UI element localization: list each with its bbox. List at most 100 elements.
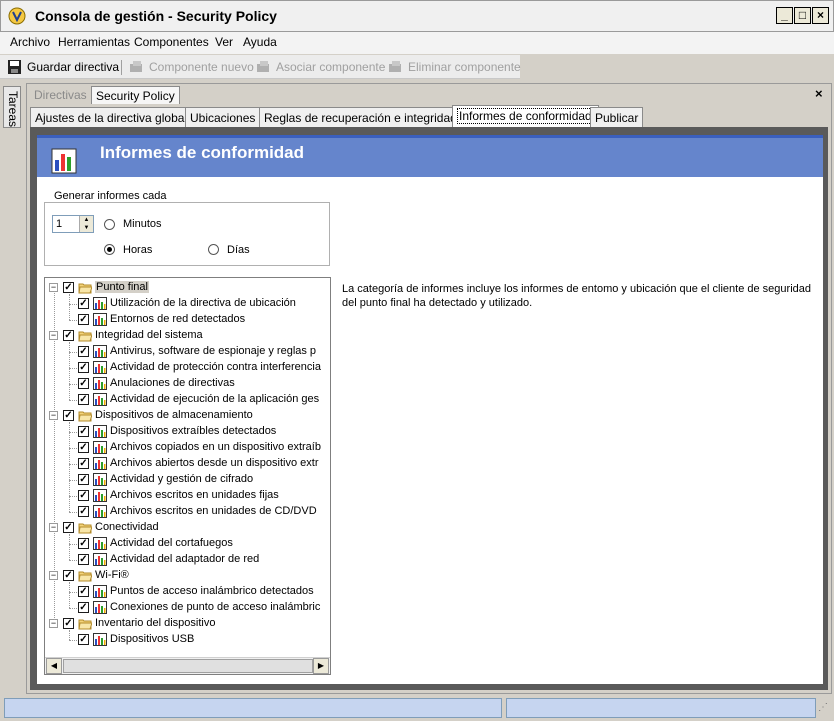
tree-checkbox[interactable]: ✓ (63, 618, 74, 629)
tree-item[interactable]: ✓ Actividad de ejecución de la aplicación… (44, 392, 329, 408)
tree-item-label: Antivirus, software de espionaje y regla… (110, 345, 317, 357)
save-policy-button[interactable]: Guardar directiva (7, 59, 119, 75)
tree-connector (69, 320, 77, 321)
maximize-button[interactable]: □ (794, 7, 811, 24)
menu-archivo[interactable]: Archivo (7, 35, 53, 49)
radio-minutes-label: Minutos (123, 218, 162, 230)
tree-checkbox[interactable]: ✓ (78, 362, 89, 373)
tree-item[interactable]: ✓ Archivos copiados en un dispositivo ext… (44, 440, 329, 456)
menu-herramientas[interactable]: Herramientas (55, 35, 133, 49)
tree-group-label: Dispositivos de almacenamiento (95, 409, 253, 421)
collapse-icon[interactable]: − (49, 571, 58, 580)
close-document-icon[interactable]: × (815, 86, 823, 101)
tree-checkbox[interactable]: ✓ (78, 634, 89, 645)
collapse-icon[interactable]: − (49, 523, 58, 532)
tree-group-label: Conectividad (95, 521, 159, 533)
radio-days[interactable] (208, 244, 219, 255)
tree-item[interactable]: ✓ Anulaciones de directivas (44, 376, 329, 392)
tree-checkbox[interactable]: ✓ (78, 586, 89, 597)
radio-hours[interactable] (104, 244, 115, 255)
tree-checkbox[interactable]: ✓ (78, 458, 89, 469)
tasks-side-tab[interactable]: Tareas (3, 86, 21, 128)
tree-item-label: Archivos escritos en unidades fijas (110, 489, 279, 501)
tree-checkbox[interactable]: ✓ (63, 330, 74, 341)
radio-hours-label: Horas (123, 244, 153, 256)
tree-group[interactable]: − ✓ Inventario del dispositivo (44, 616, 329, 632)
tree-checkbox[interactable]: ✓ (78, 490, 89, 501)
tree-checkbox[interactable]: ✓ (78, 346, 89, 357)
tree-group[interactable]: − ✓ Dispositivos de almacenamiento (44, 408, 329, 424)
scroll-right-icon[interactable]: ▶ (313, 658, 329, 674)
tree-item[interactable]: ✓ Archivos escritos en unidades de CD/DVD (44, 504, 329, 520)
tab-publish[interactable]: Publicar (590, 107, 644, 127)
doc-tab-security-policy[interactable]: Security Policy (91, 86, 180, 104)
new-component-button[interactable]: Componente nuevo (129, 59, 254, 75)
tree-checkbox[interactable]: ✓ (78, 394, 89, 405)
tree-checkbox[interactable]: ✓ (78, 602, 89, 613)
tree-connector (69, 592, 77, 593)
collapse-icon[interactable]: − (49, 411, 58, 420)
tab-compliance-reports-label: Informes de conformidad (457, 108, 594, 124)
tree-connector (69, 384, 77, 385)
tree-item[interactable]: ✓ Antivirus, software de espionaje y regl… (44, 344, 329, 360)
menu-componentes[interactable]: Componentes (131, 35, 212, 49)
tab-locations[interactable]: Ubicaciones (185, 107, 261, 127)
tree-checkbox[interactable]: ✓ (78, 442, 89, 453)
tree-group[interactable]: − ✓ Integridad del sistema (44, 328, 329, 344)
close-button[interactable]: × (812, 7, 829, 24)
tree-horizontal-scrollbar[interactable]: ◀ ▶ (45, 657, 330, 674)
tree-connector (69, 534, 70, 560)
collapse-icon[interactable]: − (49, 283, 58, 292)
tree-checkbox[interactable]: ✓ (63, 410, 74, 421)
tree-checkbox[interactable]: ✓ (78, 538, 89, 549)
scroll-left-icon[interactable]: ◀ (46, 658, 62, 674)
tree-checkbox[interactable]: ✓ (78, 298, 89, 309)
spin-up-icon[interactable]: ▲ (79, 216, 93, 224)
tree-item[interactable]: ✓ Dispositivos extraíbles detectados (44, 424, 329, 440)
spin-down-icon[interactable]: ▼ (79, 224, 93, 232)
interval-value: 1 (56, 218, 63, 230)
interval-spinner[interactable]: 1 ▲ ▼ (52, 215, 94, 233)
tree-group[interactable]: − ✓ Punto final (44, 280, 329, 296)
tree-checkbox[interactable]: ✓ (78, 426, 89, 437)
menu-ver[interactable]: Ver (212, 35, 236, 49)
tree-group[interactable]: − ✓ Conectividad (44, 520, 329, 536)
tree-checkbox[interactable]: ✓ (78, 314, 89, 325)
tab-compliance-reports[interactable]: Informes de conformidad (452, 105, 599, 128)
tree-item[interactable]: ✓ Puntos de acceso inalámbrico detectados (44, 584, 329, 600)
tree-checkbox[interactable]: ✓ (78, 506, 89, 517)
status-pane-right (506, 698, 816, 718)
doc-tab-directivas[interactable]: Directivas (30, 86, 91, 104)
collapse-icon[interactable]: − (49, 619, 58, 628)
tree-group[interactable]: − ✓ Wi-Fi® (44, 568, 329, 584)
tree-checkbox[interactable]: ✓ (78, 554, 89, 565)
tree-item[interactable]: ✓ Archivos abiertos desde un dispositivo … (44, 456, 329, 472)
tree-checkbox[interactable]: ✓ (63, 282, 74, 293)
tree-item[interactable]: ✓ Entornos de red detectados (44, 312, 329, 328)
delete-component-button[interactable]: Eliminar componente (388, 59, 521, 75)
tree-checkbox[interactable]: ✓ (63, 522, 74, 533)
minimize-button[interactable]: _ (776, 7, 793, 24)
tree-item-label: Archivos abiertos desde un dispositivo e… (110, 457, 319, 469)
tree-checkbox[interactable]: ✓ (78, 474, 89, 485)
radio-minutes[interactable] (104, 219, 115, 230)
tree-item[interactable]: ✓ Dispositivos USB (44, 632, 329, 648)
tree-item[interactable]: ✓ Actividad del cortafuegos (44, 536, 329, 552)
tree-checkbox[interactable]: ✓ (63, 570, 74, 581)
tree-item[interactable]: ✓ Archivos escritos en unidades fijas (44, 488, 329, 504)
collapse-icon[interactable]: − (49, 331, 58, 340)
tree-item[interactable]: ✓ Actividad de protección contra interfer… (44, 360, 329, 376)
tree-group-label: Inventario del dispositivo (95, 617, 216, 629)
tree-connector (69, 512, 77, 513)
tab-global-policy-settings[interactable]: Ajustes de la directiva global (30, 107, 193, 127)
resize-grip-icon[interactable]: ⋰ (818, 702, 828, 713)
tree-checkbox[interactable]: ✓ (78, 378, 89, 389)
associate-component-button[interactable]: Asociar componente (256, 59, 385, 75)
tab-recovery-integrity-rules[interactable]: Reglas de recuperación e integridad (259, 107, 462, 127)
scroll-thumb[interactable] (63, 659, 313, 673)
tree-item[interactable]: ✓ Utilización de la directiva de ubicació… (44, 296, 329, 312)
tree-item[interactable]: ✓ Conexiones de punto de acceso inalámbri… (44, 600, 329, 616)
menu-ayuda[interactable]: Ayuda (240, 35, 280, 49)
tree-item[interactable]: ✓ Actividad y gestión de cifrado (44, 472, 329, 488)
tree-item[interactable]: ✓ Actividad del adaptador de red (44, 552, 329, 568)
